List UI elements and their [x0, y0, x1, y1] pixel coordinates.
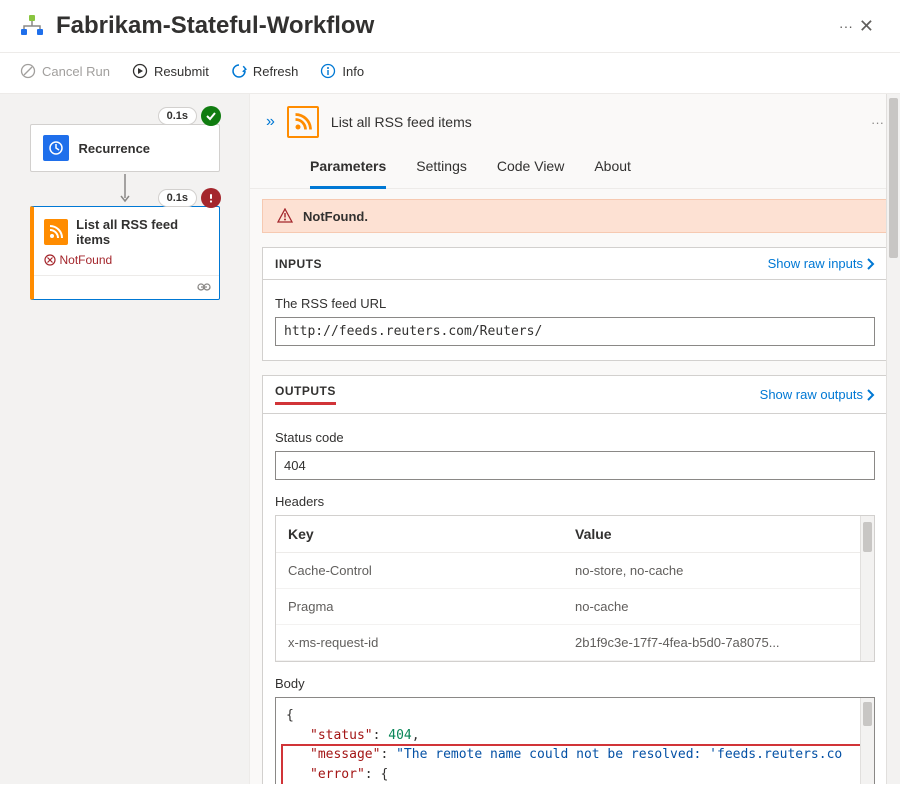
column-key: Key: [288, 526, 575, 542]
status-code-field[interactable]: 404: [275, 451, 875, 480]
app-header: Fabrikam-Stateful-Workflow ··· ✕: [0, 0, 900, 53]
scrollbar[interactable]: [886, 94, 900, 784]
field-label: Body: [275, 676, 875, 691]
details-panel: » List all RSS feed items ··· Parameters…: [250, 94, 900, 784]
clock-icon: [43, 135, 69, 161]
error-icon: [201, 188, 221, 208]
more-icon[interactable]: ···: [839, 18, 853, 34]
tab-about[interactable]: About: [594, 146, 631, 188]
inputs-section: INPUTS Show raw inputs The RSS feed URL …: [262, 247, 888, 361]
resubmit-button[interactable]: Resubmit: [132, 63, 209, 79]
node-rss-feed[interactable]: List all RSS feed items NotFound: [30, 206, 220, 300]
duration-badge: 0.1s: [158, 107, 197, 125]
body-json-field[interactable]: { "status": 404, "message": "The remote …: [275, 697, 875, 784]
scrollbar[interactable]: [860, 698, 874, 784]
node-label: List all RSS feed items: [76, 217, 208, 247]
cancel-run-button: Cancel Run: [20, 63, 110, 79]
chevron-right-icon: [867, 389, 875, 401]
collapse-icon[interactable]: »: [266, 113, 275, 131]
highlighted-error: "message": "The remote name could not be…: [282, 745, 864, 784]
success-icon: [201, 106, 221, 126]
show-raw-outputs-link[interactable]: Show raw outputs: [760, 387, 875, 402]
show-raw-inputs-link[interactable]: Show raw inputs: [768, 256, 875, 271]
error-banner: NotFound.: [262, 199, 888, 233]
info-icon: [320, 63, 336, 79]
field-label: Headers: [275, 494, 875, 509]
section-title: OUTPUTS: [275, 384, 336, 405]
more-icon[interactable]: ···: [871, 115, 884, 130]
workflow-canvas[interactable]: 0.1s Recurrence 0.1s: [0, 94, 250, 784]
field-label: Status code: [275, 430, 875, 445]
chevron-right-icon: [867, 258, 875, 270]
rss-icon: [44, 219, 69, 245]
node-label: Recurrence: [79, 141, 151, 156]
close-icon[interactable]: ✕: [853, 16, 880, 37]
refresh-button[interactable]: Refresh: [231, 63, 299, 79]
workflow-icon: [20, 14, 44, 38]
toolbar: Cancel Run Resubmit Refresh Info: [0, 53, 900, 94]
panel-tabs: Parameters Settings Code View About: [250, 146, 900, 189]
warning-icon: [277, 208, 293, 224]
resubmit-icon: [132, 63, 148, 79]
rss-url-field[interactable]: http://feeds.reuters.com/Reuters/: [275, 317, 875, 346]
tab-code-view[interactable]: Code View: [497, 146, 564, 188]
headers-table: Key Value Cache-Control no-store, no-cac…: [275, 515, 875, 662]
node-error-text: NotFound: [60, 253, 113, 267]
scrollbar[interactable]: [860, 516, 874, 661]
duration-badge: 0.1s: [158, 189, 197, 207]
error-small-icon: [44, 254, 56, 266]
refresh-icon: [231, 63, 247, 79]
cancel-icon: [20, 63, 36, 79]
field-label: The RSS feed URL: [275, 296, 875, 311]
node-recurrence[interactable]: Recurrence: [30, 124, 220, 172]
tab-settings[interactable]: Settings: [416, 146, 467, 188]
info-button[interactable]: Info: [320, 63, 364, 79]
table-row: x-ms-request-id 2b1f9c3e-17f7-4fea-b5d0-…: [276, 625, 874, 661]
table-row: Pragma no-cache: [276, 589, 874, 625]
rss-icon: [287, 106, 319, 138]
section-title: INPUTS: [275, 257, 322, 271]
outputs-section: OUTPUTS Show raw outputs Status code 404…: [262, 375, 888, 784]
panel-title: List all RSS feed items: [331, 114, 859, 130]
tab-parameters[interactable]: Parameters: [310, 146, 386, 189]
column-value: Value: [575, 526, 862, 542]
table-row: Cache-Control no-store, no-cache: [276, 553, 874, 589]
page-title: Fabrikam-Stateful-Workflow: [56, 12, 831, 40]
link-icon[interactable]: [197, 282, 211, 292]
